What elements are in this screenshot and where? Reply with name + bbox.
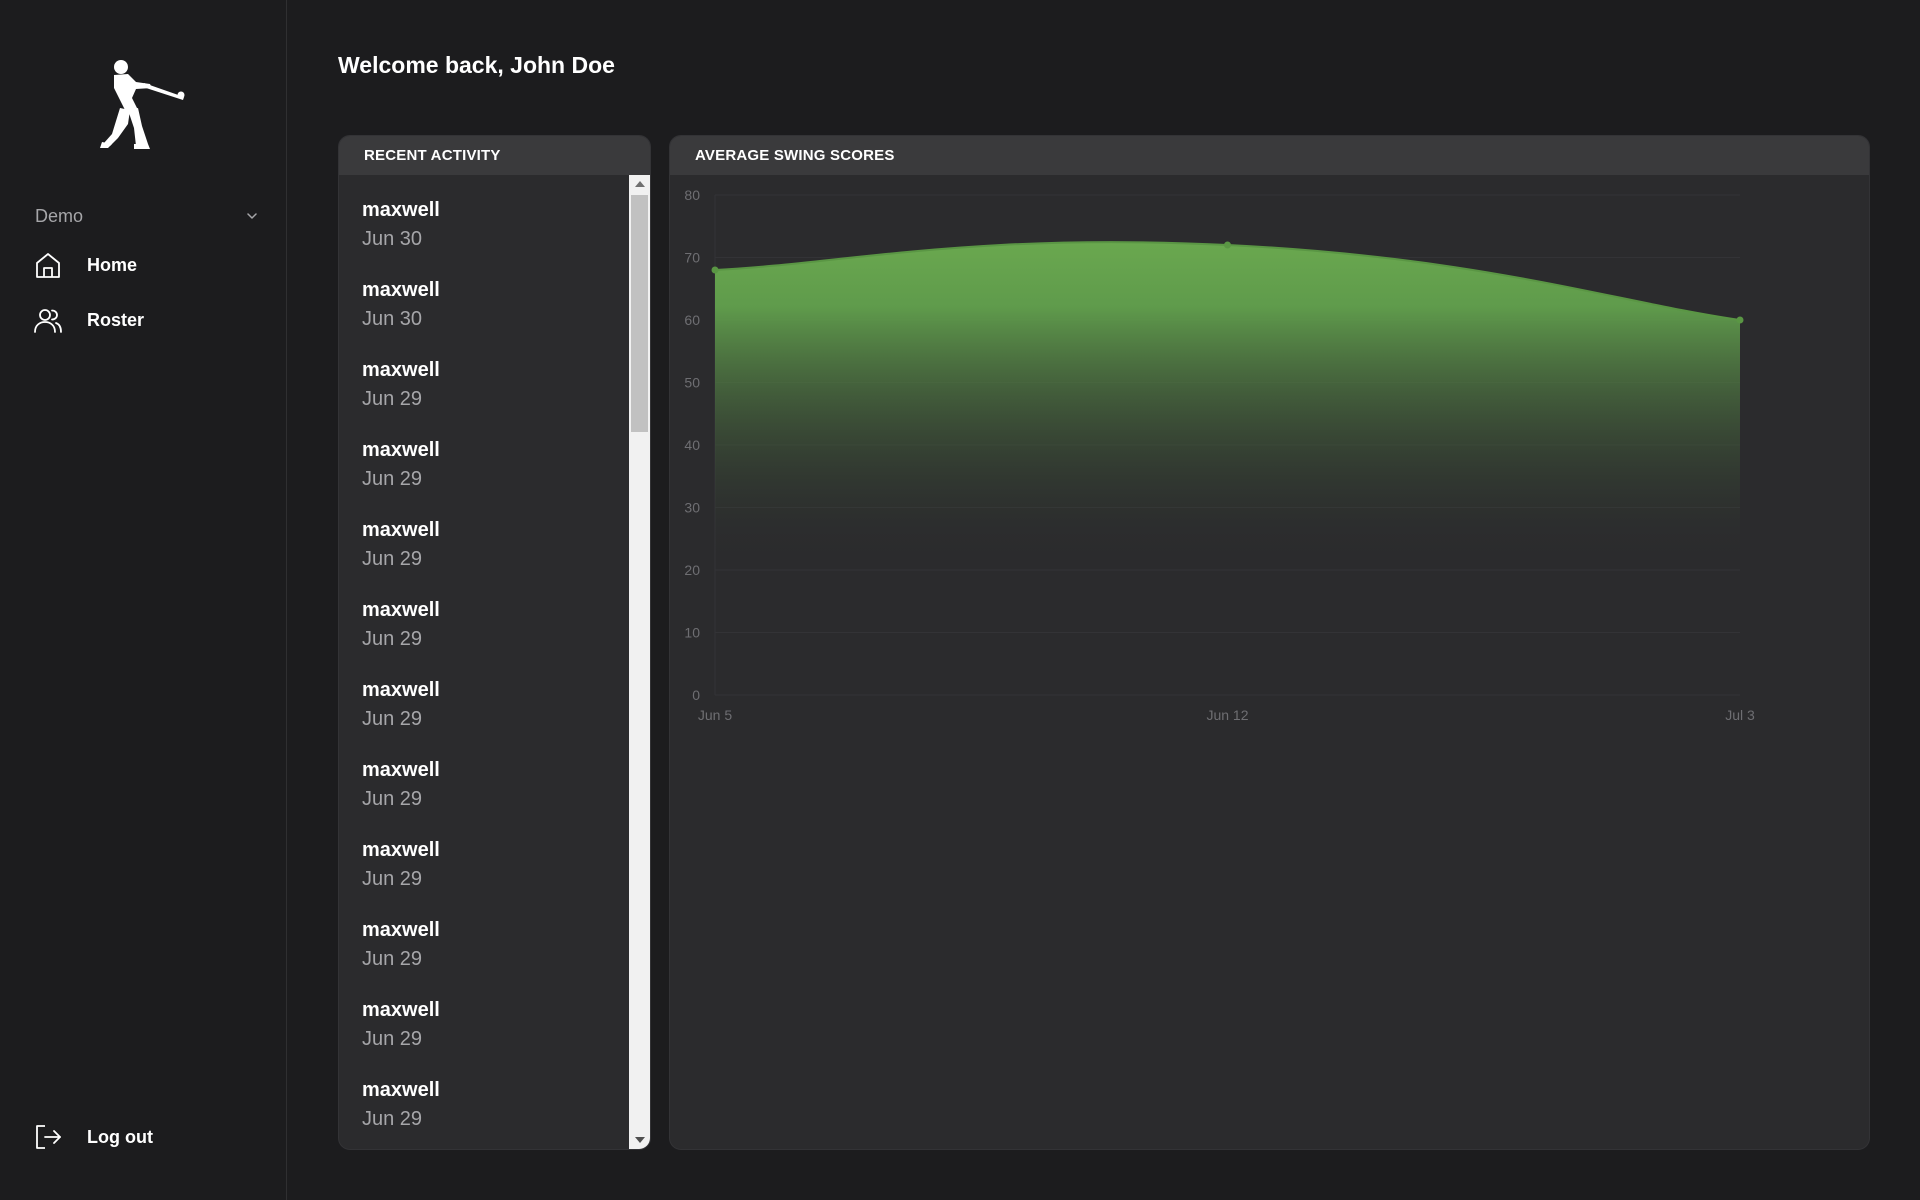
activity-item-name: maxwell (362, 919, 440, 941)
recent-activity-title: RECENT ACTIVITY (339, 136, 650, 175)
nav-item-home[interactable]: Home (33, 248, 137, 282)
activity-item[interactable]: maxwell Jun 29 (339, 1055, 629, 1135)
swing-scores-chart: 0 10 20 30 40 50 60 70 80 Jun 5 Jun 12 Jul 3 (684, 187, 1755, 723)
activity-item[interactable]: maxwell Jun 29 (339, 575, 629, 655)
data-point (711, 266, 719, 274)
activity-item[interactable]: maxwell Jun 29 (339, 975, 629, 1055)
y-tick-label: 0 (692, 687, 700, 703)
x-tick-label: Jun 12 (1206, 707, 1248, 723)
y-tick-label: 10 (684, 625, 700, 641)
y-tick-label: 50 (684, 375, 700, 391)
y-tick-label: 40 (684, 437, 700, 453)
activity-item-date: Jun 30 (362, 308, 423, 330)
swing-scores-title: AVERAGE SWING SCORES (670, 136, 1869, 175)
data-point (1224, 241, 1231, 249)
x-tick-label: Jul 3 (1725, 707, 1755, 723)
activity-item-name: maxwell (362, 839, 440, 861)
y-tick-label: 30 (684, 500, 700, 516)
activity-item[interactable]: maxwell Jun 30 (339, 255, 629, 335)
activity-item-date: Jun 29 (362, 628, 423, 650)
activity-item-date: Jun 29 (362, 788, 423, 810)
activity-item-name: maxwell (362, 1079, 440, 1101)
activity-item[interactable]: maxwell Jun 29 (339, 655, 629, 735)
activity-item[interactable]: maxwell Jun 30 (339, 175, 629, 255)
activity-item-date: Jun 29 (362, 468, 423, 490)
data-point (1736, 316, 1744, 324)
users-icon (34, 309, 62, 333)
y-tick-label: 70 (684, 250, 700, 266)
activity-item-name: maxwell (362, 439, 440, 461)
activity-item[interactable]: maxwell Jun 29 (339, 895, 629, 975)
x-tick-label: Jun 5 (698, 707, 732, 723)
activity-item-date: Jun 29 (362, 948, 423, 970)
activity-item[interactable]: maxwell Jun 29 (339, 415, 629, 495)
nav-item-roster-label: Roster (87, 309, 145, 330)
activity-item-name: maxwell (362, 759, 440, 781)
activity-item-date: Jun 29 (362, 548, 423, 570)
activity-item-name: maxwell (362, 359, 440, 381)
batter-logo-icon (100, 60, 185, 149)
recent-activity-panel: RECENT ACTIVITY maxwell Jun 30 maxwell Jun … (338, 135, 651, 1150)
scroll-thumb[interactable] (631, 195, 648, 432)
scroll-up-arrow-icon (634, 181, 645, 187)
logout-button[interactable]: Log out (33, 1120, 153, 1154)
scroll-up-button[interactable] (629, 175, 650, 193)
home-icon (36, 253, 60, 278)
nav-item-home-label: Home (87, 254, 138, 275)
nav-item-roster[interactable]: Roster (33, 303, 144, 337)
scroll-down-button[interactable] (629, 1131, 650, 1149)
scroll-down-arrow-icon (634, 1137, 645, 1143)
activity-scrollbar[interactable] (629, 175, 650, 1149)
activity-item[interactable]: maxwell Jun 29 (339, 495, 629, 575)
activity-item-name: maxwell (362, 279, 440, 301)
activity-item[interactable]: maxwell Jun 29 (339, 815, 629, 895)
team-select[interactable]: Demo (35, 200, 265, 232)
logout-icon (36, 1125, 61, 1149)
activity-item-date: Jun 29 (362, 1028, 423, 1050)
y-tick-label: 60 (684, 312, 700, 328)
page-title: Welcome back, John Doe (338, 52, 615, 78)
swing-scores-panel: AVERAGE SWING SCORES 0 10 20 30 40 50 60 70 80 Ju… (669, 135, 1870, 1150)
activity-item[interactable]: maxwell Jun 29 (339, 335, 629, 415)
team-select-value: Demo (35, 205, 84, 226)
activity-item-name: maxwell (362, 519, 440, 541)
activity-item-date: Jun 30 (362, 228, 423, 250)
sidebar: Demo Home Roster Log out (0, 0, 287, 1200)
activity-item[interactable]: maxwell Jun 29 (339, 735, 629, 815)
activity-item-name: maxwell (362, 679, 440, 701)
y-tick-label: 20 (684, 562, 700, 578)
activity-item-date: Jun 29 (362, 708, 423, 730)
activity-item-date: Jun 29 (362, 868, 423, 890)
activity-item-date: Jun 29 (362, 388, 423, 410)
activity-item-date: Jun 29 (362, 1108, 423, 1130)
y-tick-label: 80 (684, 187, 700, 203)
chevron-down-icon (247, 213, 257, 219)
activity-item-name: maxwell (362, 999, 440, 1021)
logout-label: Log out (87, 1126, 153, 1147)
activity-item-name: maxwell (362, 199, 440, 221)
activity-item-name: maxwell (362, 599, 440, 621)
recent-activity-list[interactable]: maxwell Jun 30 maxwell Jun 30 maxwell Jun 29 m… (339, 175, 629, 1149)
